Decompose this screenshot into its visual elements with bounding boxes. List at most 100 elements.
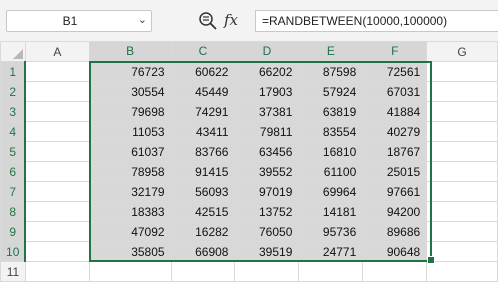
cell[interactable] xyxy=(24,201,90,222)
cell[interactable]: 41884 xyxy=(362,101,428,122)
row-header[interactable]: 4 xyxy=(0,121,27,142)
cell[interactable] xyxy=(426,61,498,82)
row-header[interactable]: 8 xyxy=(0,201,27,222)
cell[interactable]: 18383 xyxy=(88,201,172,222)
cell[interactable]: 25015 xyxy=(362,161,428,182)
column-header-a[interactable]: A xyxy=(24,41,90,62)
cell[interactable]: 89686 xyxy=(362,221,428,242)
chevron-down-icon[interactable]: ⌄ xyxy=(138,13,147,26)
cell[interactable]: 24771 xyxy=(298,241,364,262)
cell[interactable]: 14181 xyxy=(298,201,364,222)
cell[interactable]: 17903 xyxy=(234,81,300,102)
cell[interactable]: 13752 xyxy=(234,201,300,222)
cell[interactable]: 83554 xyxy=(298,121,364,142)
cell[interactable]: 60622 xyxy=(170,61,236,82)
column-header-f[interactable]: F xyxy=(362,41,428,63)
column-header-c[interactable]: C xyxy=(170,41,236,63)
row-header[interactable]: 6 xyxy=(0,161,27,182)
cell[interactable] xyxy=(426,181,498,202)
cell[interactable]: 57924 xyxy=(298,81,364,102)
cell[interactable]: 43411 xyxy=(170,121,236,142)
cell[interactable]: 32179 xyxy=(88,181,172,202)
column-header-d[interactable]: D xyxy=(234,41,300,63)
cell[interactable]: 11053 xyxy=(88,121,172,142)
row-header[interactable]: 3 xyxy=(0,101,27,122)
cell[interactable] xyxy=(426,221,498,242)
cell[interactable]: 76050 xyxy=(234,221,300,242)
cell[interactable] xyxy=(24,241,90,262)
cell[interactable]: 61100 xyxy=(298,161,364,182)
cell[interactable]: 47092 xyxy=(88,221,172,242)
cell[interactable]: 72561 xyxy=(362,61,428,82)
cell[interactable]: 79811 xyxy=(234,121,300,142)
cell[interactable] xyxy=(24,81,90,102)
cell[interactable]: 87598 xyxy=(298,61,364,82)
row-header[interactable]: 5 xyxy=(0,141,27,162)
cell[interactable]: 37381 xyxy=(234,101,300,122)
cell[interactable]: 61037 xyxy=(88,141,172,162)
cell[interactable]: 40279 xyxy=(362,121,428,142)
cell[interactable]: 97661 xyxy=(362,181,428,202)
cell[interactable]: 18767 xyxy=(362,141,428,162)
cell[interactable]: 67031 xyxy=(362,81,428,102)
cell[interactable] xyxy=(24,61,90,82)
cell[interactable]: 76723 xyxy=(88,61,172,82)
cell[interactable]: 35805 xyxy=(88,241,172,262)
cell[interactable] xyxy=(426,81,498,102)
cell[interactable]: 16282 xyxy=(170,221,236,242)
cell[interactable]: 91415 xyxy=(170,161,236,182)
row-header[interactable]: 1 xyxy=(0,61,27,82)
column-header-e[interactable]: E xyxy=(298,41,364,63)
cell[interactable]: 69964 xyxy=(298,181,364,202)
cell[interactable]: 94200 xyxy=(362,201,428,222)
formula-input[interactable]: =RANDBETWEEN(10000,100000) xyxy=(255,10,498,32)
cell[interactable] xyxy=(170,261,236,282)
cell[interactable]: 66202 xyxy=(234,61,300,82)
cell[interactable]: 66908 xyxy=(170,241,236,262)
cell[interactable]: 97019 xyxy=(234,181,300,202)
cell[interactable] xyxy=(426,201,498,222)
cell[interactable]: 78958 xyxy=(88,161,172,182)
cell[interactable] xyxy=(24,101,90,122)
cell[interactable] xyxy=(426,241,498,262)
cell[interactable]: 16810 xyxy=(298,141,364,162)
cell[interactable] xyxy=(426,141,498,162)
cell[interactable] xyxy=(24,261,90,282)
cell[interactable]: 42515 xyxy=(170,201,236,222)
cell[interactable] xyxy=(24,221,90,242)
zoom-formula-icon[interactable] xyxy=(198,11,218,31)
cell[interactable] xyxy=(426,101,498,122)
cell[interactable]: 56093 xyxy=(170,181,236,202)
row-header[interactable]: 2 xyxy=(0,81,27,102)
name-box[interactable]: B1 ⌄ xyxy=(6,10,152,32)
row-header[interactable]: 11 xyxy=(0,261,26,282)
cell[interactable] xyxy=(298,261,364,282)
insert-function-button[interactable]: fx xyxy=(224,11,238,29)
cell[interactable] xyxy=(426,161,498,182)
column-header-b[interactable]: B xyxy=(88,41,172,63)
select-all-button[interactable] xyxy=(0,41,26,62)
cell[interactable]: 63819 xyxy=(298,101,364,122)
row-header[interactable]: 9 xyxy=(0,221,27,242)
cell[interactable] xyxy=(24,141,90,162)
cell[interactable] xyxy=(426,121,498,142)
cell[interactable]: 30554 xyxy=(88,81,172,102)
cell[interactable]: 63456 xyxy=(234,141,300,162)
cell[interactable] xyxy=(362,261,428,282)
cell[interactable] xyxy=(24,121,90,142)
cell[interactable]: 90648 xyxy=(362,241,428,262)
cell[interactable] xyxy=(426,261,498,282)
cell[interactable]: 74291 xyxy=(170,101,236,122)
row-header[interactable]: 10 xyxy=(0,241,27,262)
cell[interactable] xyxy=(24,161,90,182)
cell[interactable]: 83766 xyxy=(170,141,236,162)
column-header-g[interactable]: G xyxy=(426,41,498,62)
cell[interactable] xyxy=(234,261,300,282)
row-header[interactable]: 7 xyxy=(0,181,27,202)
cell[interactable] xyxy=(24,181,90,202)
cell[interactable]: 39552 xyxy=(234,161,300,182)
cell[interactable]: 45449 xyxy=(170,81,236,102)
cell[interactable]: 39519 xyxy=(234,241,300,262)
cell[interactable] xyxy=(88,261,172,282)
cell[interactable]: 79698 xyxy=(88,101,172,122)
